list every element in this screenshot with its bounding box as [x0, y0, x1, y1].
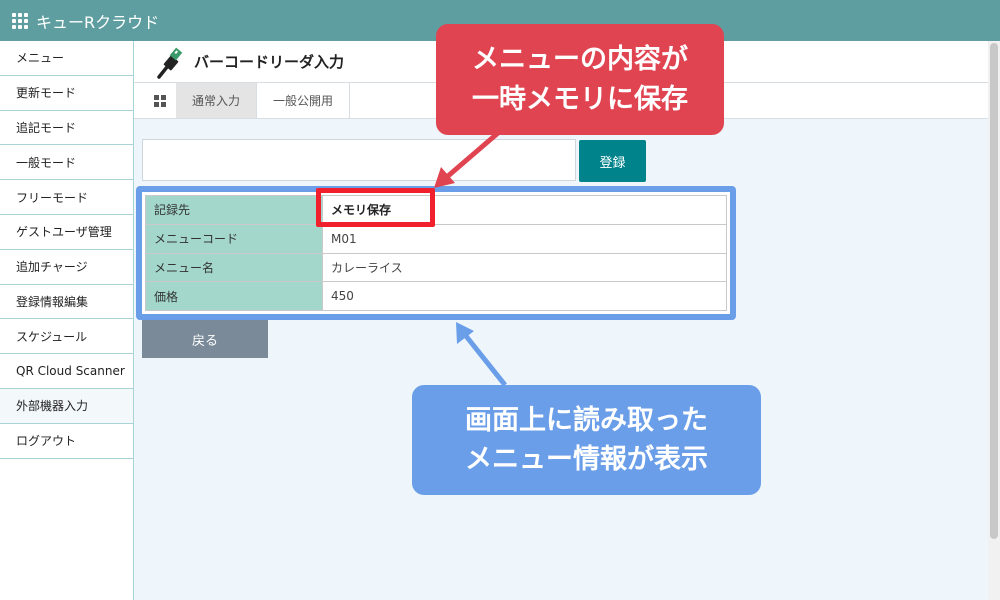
tab-normal-input[interactable]: 通常入力	[176, 83, 258, 118]
table-label: メニュー名	[145, 252, 323, 283]
callout-text: メニュー情報が表示	[465, 444, 708, 475]
barcode-input[interactable]	[142, 139, 576, 181]
scanned-info-frame: 記録先 メモリ保存 メニューコード M01 メニュー名 カレーライス 価格 45…	[136, 186, 736, 320]
callout-memory-saved: メニューの内容が 一時メモリに保存	[436, 24, 724, 135]
table-row: メニューコード M01	[145, 223, 727, 254]
usb-plug-icon	[157, 47, 183, 79]
callout-info-displayed: 画面上に読み取った メニュー情報が表示	[412, 385, 761, 495]
back-button[interactable]: 戻る	[142, 320, 268, 358]
callout-text: 画面上に読み取った	[465, 404, 708, 436]
table-value: カレーライス	[322, 252, 727, 283]
sidebar-item-qr-cloud-scanner[interactable]: QR Cloud Scanner	[0, 354, 133, 389]
table-label: 価格	[145, 281, 323, 311]
table-value: 450	[322, 281, 727, 311]
callout-text: 一時メモリに保存	[472, 83, 688, 115]
scrollbar[interactable]	[988, 41, 1000, 600]
sidebar-item-append-mode[interactable]: 追記モード	[0, 111, 133, 146]
register-button[interactable]: 登録	[579, 140, 646, 182]
table-label: メニューコード	[145, 223, 323, 254]
table-row: 記録先 メモリ保存	[145, 195, 727, 225]
sidebar-item-update-mode[interactable]: 更新モード	[0, 76, 133, 111]
sidebar-item-free-mode[interactable]: フリーモード	[0, 180, 133, 215]
sidebar-item-general-mode[interactable]: 一般モード	[0, 145, 133, 181]
page-title: バーコードリーダ入力	[194, 53, 345, 71]
sidebar-item-menu[interactable]: メニュー	[0, 41, 133, 76]
sidebar: メニュー 更新モード 追記モード 一般モード フリーモード ゲストユーザ管理 追…	[0, 41, 134, 600]
sidebar-item-schedule[interactable]: スケジュール	[0, 319, 133, 355]
sidebar-item-add-charge[interactable]: 追加チャージ	[0, 250, 133, 285]
apps-grid-icon[interactable]	[12, 12, 28, 29]
sidebar-item-edit-registration[interactable]: 登録情報編集	[0, 285, 133, 320]
sidebar-item-external-input[interactable]: 外部機器入力	[0, 388, 133, 424]
table-row: 価格 450	[145, 281, 727, 311]
scroll-thumb[interactable]	[990, 43, 998, 539]
table-label: 記録先	[145, 195, 323, 225]
callout-text: メニューの内容が	[472, 44, 688, 76]
sidebar-item-guest-users[interactable]: ゲストユーザ管理	[0, 215, 133, 250]
highlight-box	[316, 188, 435, 227]
tab-grid-icon[interactable]	[144, 83, 176, 118]
app-title[interactable]: キューRクラウド	[36, 9, 159, 33]
table-value: M01	[322, 223, 727, 254]
sidebar-item-logout[interactable]: ログアウト	[0, 424, 133, 459]
table-row: メニュー名 カレーライス	[145, 252, 727, 283]
tab-public[interactable]: 一般公開用	[257, 83, 351, 118]
scanned-info-table: 記録先 メモリ保存 メニューコード M01 メニュー名 カレーライス 価格 45…	[145, 195, 727, 311]
